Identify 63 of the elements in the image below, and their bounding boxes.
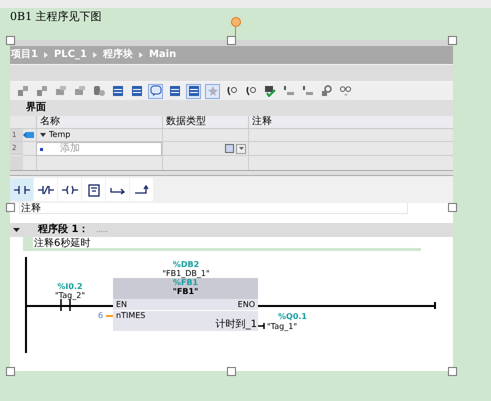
toolbar-button[interactable] xyxy=(319,84,334,98)
contact-tag: "Tag_2" xyxy=(55,291,85,300)
instruction-button[interactable] xyxy=(10,178,33,201)
toolbar-button[interactable] xyxy=(167,84,182,98)
contact-address: %I0.2 xyxy=(57,282,83,291)
pin-label: EN xyxy=(116,300,128,309)
pin-label: ENO xyxy=(238,300,255,309)
add-field[interactable]: 添加 xyxy=(36,142,162,156)
caption: 0B1 主程序见下图 xyxy=(10,10,102,24)
instruction-button[interactable] xyxy=(82,178,105,201)
column-header[interactable]: 注释 xyxy=(248,116,453,129)
output-address: %Q0.1 xyxy=(278,312,307,321)
closed-contact-icon xyxy=(36,184,54,194)
function-block[interactable]: %FB1 "FB1" EN ENO nTIMES 计时到_1 xyxy=(113,278,258,331)
output-connector-icon xyxy=(258,323,266,329)
column-header[interactable]: 名称 xyxy=(36,116,162,129)
network-title: 程序段 1： xyxy=(38,224,88,236)
instance-name: "FB1_DB_1" xyxy=(162,269,210,278)
dropdown-button[interactable] xyxy=(236,144,246,154)
toolbar-button[interactable] xyxy=(148,84,163,98)
instruction-button[interactable] xyxy=(34,178,57,201)
branch-arrow-icon xyxy=(134,184,150,194)
selection-handle[interactable] xyxy=(448,367,457,376)
bullet-icon xyxy=(40,148,43,150)
column-header[interactable]: 数据类型 xyxy=(162,116,248,129)
add-input[interactable]: 添加 xyxy=(60,143,150,155)
instance-address: %DB2 xyxy=(172,260,200,269)
caret-icon xyxy=(238,147,244,150)
list-icon[interactable] xyxy=(225,144,234,153)
output-tag: "Tag_1" xyxy=(267,322,297,331)
selection-handle[interactable] xyxy=(6,367,15,376)
block-address: %FB1 xyxy=(172,278,198,287)
chevron-icon xyxy=(138,52,143,58)
pin-label: nTIMES xyxy=(116,311,146,320)
toolbar-button[interactable] xyxy=(186,84,201,98)
input-value: 6 xyxy=(98,311,104,320)
rotate-handle[interactable] xyxy=(231,17,241,27)
toolbar-button[interactable] xyxy=(262,84,277,98)
box-icon xyxy=(86,182,100,196)
selection-handle[interactable] xyxy=(448,36,457,45)
chevron-icon xyxy=(44,52,48,58)
selection-handle[interactable] xyxy=(227,36,236,45)
instruction-button[interactable] xyxy=(130,178,153,201)
selection-handle[interactable] xyxy=(6,203,15,212)
instruction-button[interactable] xyxy=(106,178,129,201)
pin-label: 计时到_1 xyxy=(216,320,257,330)
table-cell xyxy=(10,156,23,170)
selection-handle[interactable] xyxy=(227,367,236,376)
selection-handle[interactable] xyxy=(448,203,457,212)
caret-icon[interactable] xyxy=(13,227,20,233)
contact-icon xyxy=(12,184,30,194)
selection-handle[interactable] xyxy=(6,36,15,45)
block-name: "FB1" xyxy=(172,287,198,296)
contact-symbol[interactable] xyxy=(60,299,71,311)
variable-name: Temp xyxy=(49,129,70,141)
chevron-icon xyxy=(92,52,97,58)
caret-icon[interactable] xyxy=(40,132,46,138)
instruction-button[interactable] xyxy=(58,178,81,201)
toolbar-button[interactable] xyxy=(110,84,125,98)
section-title: 界面 xyxy=(26,102,46,114)
toolbar-button[interactable] xyxy=(129,84,144,98)
interface-icon xyxy=(23,131,34,139)
coil-icon xyxy=(60,184,78,194)
